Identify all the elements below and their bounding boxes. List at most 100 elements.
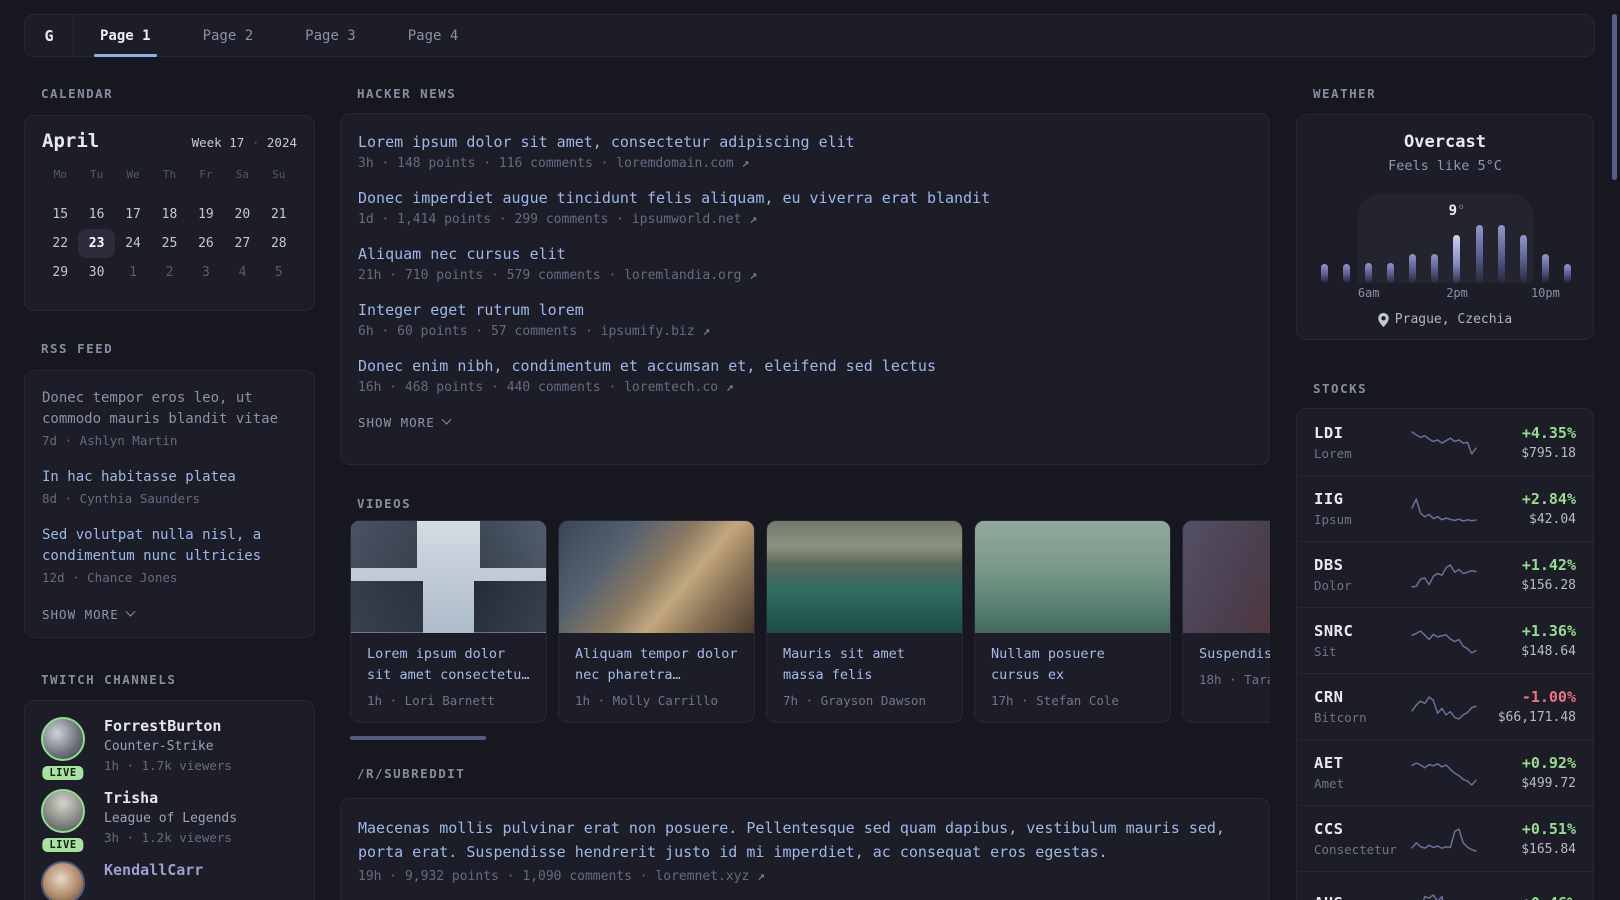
stock-name: Sit xyxy=(1314,644,1337,659)
stock-name: Amet xyxy=(1314,776,1345,791)
calendar-day: 20 xyxy=(234,207,251,222)
stock-row[interactable]: DBS Dolor +1.42% $156.28 xyxy=(1297,541,1593,607)
weather-feels-like: Feels like 5°C xyxy=(1388,158,1502,174)
video-card-body: Mauris sit amet massa felis 7h · Grayson… xyxy=(767,633,962,722)
stock-row[interactable]: AHS +0.46% xyxy=(1297,871,1593,900)
hacker-news-item-title[interactable]: Donec imperdiet augue tincidunt felis al… xyxy=(358,188,1252,209)
subreddit-post-title[interactable]: Maecenas mollis pulvinar erat non posuer… xyxy=(358,816,1252,864)
stock-symbol: CRN xyxy=(1314,688,1344,706)
twitch-channel-row[interactable]: LIVE Trisha League of Legends 3h · 1.2k … xyxy=(41,789,298,852)
stock-symbol: CCS xyxy=(1314,820,1344,838)
app-logo[interactable]: G xyxy=(25,15,73,56)
page-tab[interactable]: Page 4 xyxy=(382,15,485,56)
stock-values: +4.35% $795.18 xyxy=(1521,424,1576,461)
rss-item: Donec tempor eros leo, ut commodo mauris… xyxy=(42,388,297,448)
twitch-channel-name[interactable]: KendallCarr xyxy=(104,861,203,879)
video-thumbnail[interactable] xyxy=(1183,521,1270,633)
stock-symbol: DBS xyxy=(1314,556,1344,574)
external-link-icon: ↗ xyxy=(702,324,711,339)
stock-id: IIG Ipsum xyxy=(1314,490,1410,527)
video-card[interactable]: Suspendisse diam 18h · Tara xyxy=(1182,520,1270,723)
rss-item-title[interactable]: Donec tempor eros leo, ut commodo mauris… xyxy=(42,388,297,430)
video-title[interactable]: Mauris sit amet massa felis xyxy=(783,644,946,686)
hacker-news-item-meta: 21h · 710 points · 579 comments · loreml… xyxy=(358,268,1252,283)
live-badge: LIVE xyxy=(42,838,84,852)
stock-row[interactable]: CCS Consectetur +0.51% $165.84 xyxy=(1297,805,1593,871)
video-title[interactable]: Suspendisse diam xyxy=(1199,644,1270,665)
weather-bar xyxy=(1497,225,1505,283)
stock-row[interactable]: AET Amet +0.92% $499.72 xyxy=(1297,739,1593,805)
twitch-channel-row[interactable]: KendallCarr xyxy=(41,861,298,900)
video-meta: 18h · Tara xyxy=(1199,672,1270,687)
videos-horizontal-scrollbar[interactable] xyxy=(350,736,486,740)
weather-bar xyxy=(1541,254,1549,283)
hacker-news-item-title[interactable]: Donec enim nibh, condimentum et accumsan… xyxy=(358,356,1252,377)
video-meta: 1h · Lori Barnett xyxy=(367,693,495,708)
stock-name: Lorem xyxy=(1314,445,1352,461)
rss-item: In hac habitasse platea 8d · Cynthia Sau… xyxy=(42,467,297,506)
stock-values: +0.92% $499.72 xyxy=(1521,754,1576,791)
stock-row[interactable]: CRN Bitcorn -1.00% $66,171.48 xyxy=(1297,673,1593,739)
video-card[interactable]: Lorem ipsum dolor sit amet consectetu… 1… xyxy=(350,520,547,723)
video-thumbnail[interactable] xyxy=(975,521,1170,633)
video-card[interactable]: Nullam posuere cursus ex 17h · Stefan Co… xyxy=(974,520,1171,723)
calendar-day: 23 xyxy=(78,229,115,258)
page-tab[interactable]: Page 2 xyxy=(177,15,280,56)
weekday-label: Sa xyxy=(235,168,249,181)
rss-item: Sed volutpat nulla nisl, a condimentum n… xyxy=(42,525,297,585)
twitch-channel-name[interactable]: Trisha xyxy=(104,789,237,807)
weekday-label: We xyxy=(126,168,140,181)
weather-bar xyxy=(1475,225,1483,283)
video-thumbnail[interactable] xyxy=(559,521,754,633)
video-meta: 1h · Molly Carrillo xyxy=(575,693,718,708)
page-tab[interactable]: Page 3 xyxy=(279,15,382,56)
hacker-news-item-title[interactable]: Lorem ipsum dolor sit amet, consectetur … xyxy=(358,132,1252,153)
calendar-day-grid: 15 16 17 18 19 20 21 22 23 24 25 26 27 2… xyxy=(42,200,297,287)
stock-sparkline xyxy=(1410,626,1478,656)
hacker-news-item-title[interactable]: Aliquam nec cursus elit xyxy=(358,244,1252,265)
stock-values: +1.42% $156.28 xyxy=(1521,556,1576,593)
stock-row[interactable]: LDI Lorem +4.35% $795.18 xyxy=(1297,409,1593,475)
stock-values: +1.36% $148.64 xyxy=(1521,622,1576,659)
twitch-viewers-meta: 1h · 1.7k viewers xyxy=(104,758,232,773)
stock-row[interactable]: SNRC Sit +1.36% $148.64 xyxy=(1297,607,1593,673)
stock-price: $42.04 xyxy=(1529,512,1576,527)
weather-bar xyxy=(1563,264,1571,283)
hacker-news-item-title[interactable]: Integer eget rutrum lorem xyxy=(358,300,1252,321)
video-card[interactable]: Aliquam tempor dolor nec pharetra… 1h · … xyxy=(558,520,755,723)
vertical-scrollbar[interactable] xyxy=(1612,14,1617,180)
stock-row[interactable]: IIG Ipsum +2.84% $42.04 xyxy=(1297,475,1593,541)
hacker-news-item: Donec enim nibh, condimentum et accumsan… xyxy=(358,356,1252,395)
stock-name: Ipsum xyxy=(1314,512,1352,527)
avatar xyxy=(41,717,85,761)
subreddit-section-title: /R/SUBREDDIT xyxy=(357,766,466,781)
weather-bar xyxy=(1365,263,1373,283)
calendar-day: 30 xyxy=(88,265,105,280)
stock-price: $156.28 xyxy=(1521,578,1576,593)
video-title[interactable]: Lorem ipsum dolor sit amet consectetu… xyxy=(367,644,530,686)
video-title[interactable]: Nullam posuere cursus ex xyxy=(991,644,1154,686)
video-card[interactable]: Mauris sit amet massa felis 7h · Grayson… xyxy=(766,520,963,723)
rss-item-title[interactable]: Sed volutpat nulla nisl, a condimentum n… xyxy=(42,525,297,567)
stock-id: AET Amet xyxy=(1314,754,1410,791)
calendar-day: 16 xyxy=(88,207,105,222)
twitch-channel-row[interactable]: LIVE ForrestBurton Counter-Strike 1h · 1… xyxy=(41,717,298,780)
twitch-channel-info: KendallCarr xyxy=(104,861,203,900)
page-tab[interactable]: Page 1 xyxy=(74,15,177,57)
video-thumbnail[interactable] xyxy=(351,521,546,633)
stock-change: +0.92% xyxy=(1521,754,1576,772)
video-thumbnail[interactable] xyxy=(767,521,962,633)
separator-dot: · xyxy=(251,135,260,150)
rss-item-title[interactable]: In hac habitasse platea xyxy=(42,467,297,488)
twitch-game: Counter-Strike xyxy=(104,739,214,754)
calendar-widget: April Week 17 · 2024 Mo Tu We Th Fr Sa S… xyxy=(24,115,315,311)
twitch-channel-info: ForrestBurton Counter-Strike 1h · 1.7k v… xyxy=(104,717,232,773)
hacker-news-item: Integer eget rutrum lorem 6h · 60 points… xyxy=(358,300,1252,339)
twitch-channel-name[interactable]: ForrestBurton xyxy=(104,717,232,735)
hacker-news-show-more-button[interactable]: SHOW MORE xyxy=(358,414,452,430)
video-title[interactable]: Aliquam tempor dolor nec pharetra… xyxy=(575,644,738,686)
rss-show-more-button[interactable]: SHOW MORE xyxy=(42,606,136,622)
avatar xyxy=(41,789,85,833)
twitch-channel-info: Trisha League of Legends 3h · 1.2k viewe… xyxy=(104,789,237,845)
subreddit-post-meta: 19h · 9,932 points · 1,090 comments · lo… xyxy=(358,869,1252,884)
